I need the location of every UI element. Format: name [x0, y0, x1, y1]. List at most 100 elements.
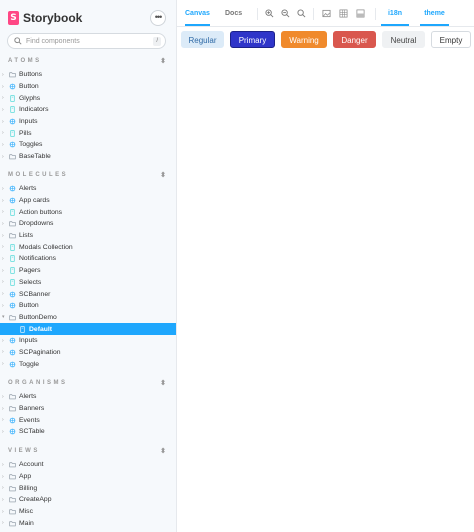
chevron-right-icon: › — [2, 267, 4, 274]
chevron-right-icon: › — [2, 417, 4, 424]
tree-item[interactable]: › Selects — [0, 277, 176, 289]
zoom-out-icon[interactable] — [281, 9, 290, 18]
tree-item[interactable]: Default — [0, 323, 176, 335]
tree-item[interactable]: › Misc — [0, 506, 176, 518]
section-header-organisms[interactable]: ORGANISMS ⬍ — [8, 380, 166, 390]
tree-item[interactable]: › Action buttons — [0, 206, 176, 218]
tree-item-label: BaseTable — [19, 153, 51, 161]
section-header-atoms[interactable]: ATOMS ⬍ — [8, 58, 166, 68]
component-icon — [9, 118, 16, 125]
neutral-button[interactable]: Neutral — [382, 31, 425, 48]
tree-item[interactable]: › Button — [0, 81, 176, 93]
tree-item[interactable]: › Lists — [0, 230, 176, 242]
chevron-right-icon: › — [2, 361, 4, 368]
chevron-right-icon: › — [2, 220, 4, 227]
addon-theme[interactable]: theme — [420, 0, 449, 26]
tree-item[interactable]: ▾ ButtonDemo — [0, 312, 176, 324]
tree-item-label: Events — [19, 416, 40, 424]
expand-collapse-icon[interactable]: ⬍ — [160, 380, 166, 388]
expand-collapse-icon[interactable]: ⬍ — [160, 172, 166, 180]
tree-item[interactable]: › Buttons — [0, 69, 176, 81]
background-icon[interactable] — [356, 9, 365, 18]
tree-organisms: › Alerts › Banners › Events › SCTable — [0, 391, 176, 438]
component-icon — [9, 83, 16, 90]
tree-item[interactable]: › CreateApp — [0, 494, 176, 506]
folder-icon — [9, 496, 16, 503]
tree-item[interactable]: › Pagers — [0, 265, 176, 277]
tree-item[interactable]: › Toggle — [0, 358, 176, 370]
tree-item[interactable]: › Inputs — [0, 116, 176, 128]
chevron-right-icon: › — [2, 349, 4, 356]
zoom-in-icon[interactable] — [265, 9, 274, 18]
image-icon[interactable] — [322, 9, 331, 18]
regular-button[interactable]: Regular — [181, 31, 224, 48]
section-title: ATOMS — [8, 58, 42, 64]
sidebar-menu-button[interactable]: ••• — [150, 10, 166, 26]
tree-item[interactable]: › Indicators — [0, 104, 176, 116]
zoom-reset-icon[interactable] — [297, 9, 306, 18]
expand-collapse-icon[interactable]: ⬍ — [160, 58, 166, 66]
empty-button[interactable]: Empty — [431, 31, 471, 48]
chevron-right-icon: › — [2, 95, 4, 102]
tree-item[interactable]: › Button — [0, 300, 176, 312]
tree-item[interactable]: › SCBanner — [0, 288, 176, 300]
tree-item-label: Selects — [19, 278, 42, 286]
tree-item-label: Inputs — [19, 118, 38, 126]
tree-item[interactable]: › Glyphs — [0, 92, 176, 104]
tree-item[interactable]: › Main — [0, 517, 176, 529]
tree-item[interactable]: › SCPagination — [0, 347, 176, 359]
folder-icon — [9, 508, 16, 515]
folder-icon — [9, 520, 16, 527]
chevron-right-icon: › — [2, 232, 4, 239]
folder-icon — [9, 71, 16, 78]
grid-icon[interactable] — [339, 9, 348, 18]
tree-item[interactable]: › Events — [0, 414, 176, 426]
chevron-right-icon: › — [2, 185, 4, 192]
tab-docs[interactable]: Docs — [225, 0, 242, 26]
app-title: Storybook — [23, 11, 83, 25]
section-header-molecules[interactable]: MOLECULES ⬍ — [8, 172, 166, 182]
search-box[interactable]: Find components / — [7, 33, 166, 49]
story-icon — [9, 267, 16, 274]
component-icon — [9, 361, 16, 368]
addon-i18n[interactable]: i18n — [381, 0, 409, 26]
tree-item[interactable]: › Banners — [0, 403, 176, 415]
search-input[interactable]: Find components — [26, 38, 153, 45]
story-icon — [9, 130, 16, 137]
tree-item[interactable]: › Notifications — [0, 253, 176, 265]
sidebar: S Storybook ••• Find components / ATOMS ⬍… — [0, 0, 177, 532]
tree-item[interactable]: › Inputs — [0, 335, 176, 347]
expand-collapse-icon[interactable]: ⬍ — [160, 448, 166, 456]
story-icon — [9, 106, 16, 114]
folder-icon — [9, 485, 16, 492]
danger-button[interactable]: Danger — [333, 31, 376, 48]
tree-item[interactable]: › SCTable — [0, 426, 176, 438]
brand[interactable]: S Storybook — [8, 9, 82, 27]
tree-item[interactable]: › Modals Collection — [0, 241, 176, 253]
toolbar-divider — [313, 8, 314, 20]
tree-item[interactable]: › Alerts — [0, 391, 176, 403]
tree-item[interactable]: › Dropdowns — [0, 218, 176, 230]
tree-item-label: Default — [29, 325, 53, 333]
tree-item[interactable]: › Alerts — [0, 183, 176, 195]
tree-item-label: App cards — [19, 197, 50, 205]
tree-item[interactable]: › BaseTable — [0, 151, 176, 163]
tree-item-label: Toggles — [19, 141, 43, 149]
primary-button[interactable]: Primary — [230, 31, 275, 48]
chevron-right-icon: › — [2, 485, 4, 492]
tree-item[interactable]: › App cards — [0, 195, 176, 207]
tree-item[interactable]: › App — [0, 471, 176, 483]
warning-button[interactable]: Warning — [281, 31, 327, 48]
tree-item[interactable]: › Pills — [0, 127, 176, 139]
chevron-right-icon: › — [2, 71, 4, 78]
tree-item[interactable]: › Toggles — [0, 139, 176, 151]
section-header-views[interactable]: VIEWS ⬍ — [8, 448, 166, 458]
tree-item-label: Misc — [19, 508, 33, 516]
tab-canvas[interactable]: Canvas — [185, 0, 210, 26]
tree-item[interactable]: › Account — [0, 459, 176, 471]
chevron-right-icon: › — [2, 428, 4, 435]
tree-item-label: Main — [19, 519, 34, 527]
tree-item-label: Pagers — [19, 267, 41, 275]
chevron-right-icon: › — [2, 291, 4, 298]
tree-item[interactable]: › Billing — [0, 482, 176, 494]
